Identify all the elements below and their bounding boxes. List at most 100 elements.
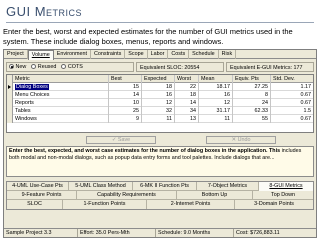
radio-reused[interactable]: Reused — [31, 64, 56, 70]
options-row: New Reused COTS Equivalent SLOC: 20554 E… — [6, 61, 314, 72]
cell-mean: 31.17 — [199, 107, 233, 115]
cell-best[interactable]: 14 — [109, 91, 142, 99]
cell-worst[interactable]: 22 — [175, 83, 199, 91]
nav-row-2: 9-Feature Points Capability Requirements… — [7, 191, 313, 200]
tab-labor[interactable]: Labor — [148, 50, 169, 59]
cell-std-dev: 0.67 — [300, 116, 312, 122]
nav-uml-class-method[interactable]: 5-UML Class Method — [69, 182, 133, 191]
status-cost: Cost: $726,883.11 — [236, 230, 280, 236]
cell-std-dev: 0.67 — [300, 92, 312, 98]
radio-reused-label: Reused — [37, 63, 57, 70]
tab-risk[interactable]: Risk — [219, 50, 237, 59]
cell-best[interactable]: 10 — [109, 99, 142, 107]
nav-capability-requirements[interactable]: Capability Requirements — [77, 191, 177, 200]
cell-metric[interactable]: Dialog Boxes — [13, 83, 109, 91]
header-best: Best — [109, 75, 142, 83]
cell-expected[interactable]: 32 — [142, 107, 175, 115]
help-panel: Enter the best, expected, and worst case… — [6, 146, 314, 177]
cell-equiv-pts: 27.25 — [233, 83, 271, 91]
cell-mean: 11 — [199, 115, 233, 123]
header-std-dev: Std. Dev. — [273, 76, 295, 82]
cell-std-dev: 1.17 — [300, 84, 312, 90]
tab-project[interactable]: Project — [4, 50, 28, 59]
table-row[interactable]: Reports 10 12 14 12 24 0.67 — [7, 99, 313, 107]
table-row[interactable]: Dialog Boxes 15 18 22 18.17 27.25 1.17 — [7, 83, 313, 91]
row-selector[interactable] — [7, 115, 13, 123]
nav-function-points[interactable]: 1-Function Points — [63, 200, 147, 209]
slide-title-text: GUI Metrics — [6, 4, 83, 19]
nav-object-metrics[interactable]: 7-Object Metrics — [197, 182, 259, 191]
cell-metric[interactable]: Menu Choices — [13, 91, 109, 99]
tab-volume[interactable]: Volume — [27, 50, 54, 60]
cell-worst[interactable]: 34 — [175, 107, 199, 115]
cell-equiv-pts: 62.33 — [233, 107, 271, 115]
nav-gui-metrics[interactable]: 8-GUI Metrics — [259, 182, 313, 191]
cell-worst[interactable]: 14 — [175, 99, 199, 107]
tab-scope[interactable]: Scope — [125, 50, 148, 59]
header-worst: Worst — [175, 75, 199, 83]
row-selector[interactable] — [7, 91, 13, 99]
cell-best[interactable]: 9 — [109, 115, 142, 123]
radio-new[interactable]: New — [9, 64, 26, 70]
row-selector[interactable] — [7, 99, 13, 107]
tab-bar: Project Volume Environment Constraints S… — [4, 50, 316, 60]
cell-best[interactable]: 25 — [109, 107, 142, 115]
nav-top-down[interactable]: Top Down — [253, 191, 313, 200]
cell-equiv-pts: 55 — [233, 115, 271, 123]
undo-button[interactable]: ✕ Undo — [206, 136, 276, 144]
nav-sloc[interactable]: SLOC — [7, 200, 63, 209]
radio-cots-dot[interactable] — [61, 64, 67, 69]
undo-button-label: Undo — [237, 137, 251, 143]
cell-metric[interactable]: Tables — [13, 107, 109, 115]
cell-metric[interactable]: Windows — [13, 115, 109, 123]
nav-row-3: SLOC 1-Function Points 2-Internet Points… — [7, 200, 313, 209]
cell-mean: 18.17 — [199, 83, 233, 91]
nav-mk2-function-pts[interactable]: 6-MK II Function Pts — [133, 182, 197, 191]
tab-environment[interactable]: Environment — [54, 50, 92, 59]
nav-uml-use-case-pts[interactable]: 4-UML Use-Case Pts — [7, 182, 69, 191]
table-row[interactable]: Tables 25 32 34 31.17 62.33 1.5 — [7, 107, 313, 115]
cell-worst[interactable]: 18 — [175, 91, 199, 99]
status-schedule: Schedule: 9.0 Months — [156, 229, 234, 237]
header-metric: Metric — [13, 75, 109, 83]
nav-row-1: 4-UML Use-Case Pts 5-UML Class Method 6-… — [7, 182, 313, 191]
row-selector[interactable] — [7, 107, 13, 115]
help-text-lead: Enter the best, expected, and worst case… — [9, 148, 281, 154]
radio-new-dot[interactable] — [9, 64, 14, 69]
equivalent-gui-readout: Equivalent E-GUI Metrics: 177 — [226, 61, 314, 72]
nav-domain-points[interactable]: 3-Domain Points — [235, 200, 313, 209]
cell-equiv-pts: 24 — [233, 99, 271, 107]
cell-metric[interactable]: Reports — [13, 99, 109, 107]
status-effort: Effort: 35.0 Pers-Mth — [78, 229, 156, 237]
nav-feature-points[interactable]: 9-Feature Points — [7, 191, 77, 200]
cell-expected[interactable]: 16 — [142, 91, 175, 99]
nav-internet-points[interactable]: 2-Internet Points — [147, 200, 235, 209]
cell-equiv-pts: 8 — [233, 91, 271, 99]
cell-worst[interactable]: 13 — [175, 115, 199, 123]
row-selector[interactable] — [7, 83, 13, 91]
radio-reused-dot[interactable] — [31, 64, 37, 69]
tab-costs[interactable]: Costs — [168, 50, 190, 59]
cell-best[interactable]: 15 — [109, 83, 142, 91]
header-mean: Mean — [199, 75, 233, 83]
header-equiv-pts: Equiv. Pts — [233, 75, 271, 83]
tab-constraints[interactable]: Constraints — [91, 50, 126, 59]
cell-expected[interactable]: 12 — [142, 99, 175, 107]
status-project: Sample Project 3.3 — [4, 229, 78, 237]
table-row[interactable]: Menu Choices 14 16 18 16 8 0.67 — [7, 91, 313, 99]
save-button[interactable]: ✓ Save — [86, 136, 156, 144]
cell-expected[interactable]: 11 — [142, 115, 175, 123]
radio-cots-label: COTS — [67, 63, 83, 70]
source-radio-group: New Reused COTS — [6, 61, 134, 72]
estimator-window: Project Volume Environment Constraints S… — [3, 49, 317, 238]
intro-text: Enter the best, worst and expected estim… — [3, 27, 293, 46]
cell-std-dev: 1.5 — [303, 108, 312, 114]
cell-expected[interactable]: 18 — [142, 83, 175, 91]
tab-schedule[interactable]: Schedule — [189, 50, 219, 59]
table-row[interactable]: Windows 9 11 13 11 55 0.67 — [7, 115, 313, 123]
nav-bottom-up[interactable]: Bottom Up — [177, 191, 253, 200]
radio-cots[interactable]: COTS — [61, 63, 83, 70]
save-button-label: Save — [117, 137, 131, 143]
cell-mean: 16 — [199, 91, 233, 99]
row-selector-header — [7, 75, 13, 83]
